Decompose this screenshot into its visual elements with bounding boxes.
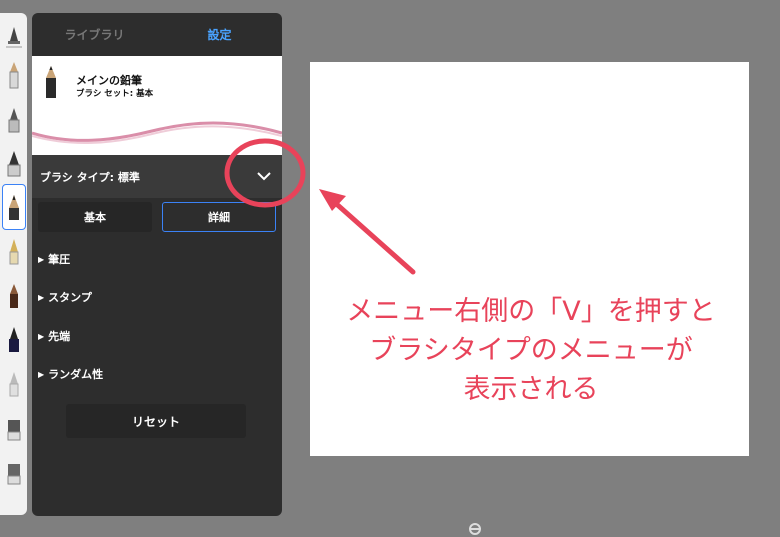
pencil-icon bbox=[9, 62, 18, 89]
pencil-icon bbox=[8, 195, 19, 220]
section-stamp[interactable]: ▶ スタンプ bbox=[38, 289, 92, 305]
brush-tool-strip bbox=[0, 13, 27, 515]
fountain-pen-icon bbox=[9, 239, 18, 265]
section-label: スタンプ bbox=[48, 291, 92, 304]
brush-tool-pencil-selected[interactable] bbox=[1, 184, 26, 230]
annotation-text: メニュー右側の「V」を押すと ブラシタイプのメニューが 表示される bbox=[318, 292, 744, 409]
brush-set: ブラシ セット: 基本 bbox=[76, 89, 154, 99]
section-tip[interactable]: ▶ 先端 bbox=[38, 328, 70, 344]
brush-icon bbox=[8, 327, 19, 352]
disclosure-triangle-icon: ▶ bbox=[38, 369, 45, 379]
brush-icon bbox=[7, 151, 20, 177]
brush-tool-ink-pen[interactable] bbox=[3, 97, 25, 141]
brush-preview: メインの鉛筆 ブラシ セット: 基本 bbox=[32, 56, 282, 155]
canvas-resize-handle-icon[interactable] bbox=[468, 522, 482, 536]
brush-settings-panel: ライブラリ 設定 メインの鉛筆 ブラシ セット: 基本 ブラシ タイプ: 標準 … bbox=[32, 13, 282, 516]
disclosure-triangle-icon: ▶ bbox=[38, 331, 45, 341]
brush-tool-pen[interactable] bbox=[3, 19, 25, 53]
tab-settings[interactable]: 設定 bbox=[157, 13, 282, 56]
annotation-line-3: 表示される bbox=[463, 374, 599, 405]
brush-tool-pencil[interactable] bbox=[3, 53, 25, 97]
brush-tool-marker[interactable] bbox=[3, 273, 25, 317]
pen-icon bbox=[9, 372, 18, 397]
eraser-icon bbox=[7, 420, 20, 441]
brush-type-menu[interactable]: ブラシ タイプ: 標準 bbox=[32, 155, 282, 198]
section-label: ランダム性 bbox=[48, 368, 104, 381]
brush-tool-eraser-2[interactable] bbox=[3, 449, 25, 493]
brush-type-label: ブラシ タイプ: 標準 bbox=[40, 171, 140, 184]
eraser-icon bbox=[7, 464, 20, 485]
brush-tool-brush[interactable] bbox=[3, 141, 25, 185]
disclosure-triangle-icon: ▶ bbox=[38, 292, 45, 302]
brush-tool-eraser[interactable] bbox=[3, 405, 25, 449]
ink-pen-icon bbox=[8, 108, 19, 133]
pencil-icon bbox=[46, 66, 56, 98]
reset-button[interactable]: リセット bbox=[66, 404, 246, 438]
brush-tool-brush-dark[interactable] bbox=[3, 317, 25, 361]
tab-library[interactable]: ライブラリ bbox=[32, 13, 157, 56]
pen-icon bbox=[5, 27, 22, 48]
brush-tool-pen-light[interactable] bbox=[3, 361, 25, 405]
brush-name: メインの鉛筆 bbox=[76, 74, 142, 87]
brush-tool-fountain-pen[interactable] bbox=[3, 229, 25, 273]
panel-tabs: ライブラリ 設定 bbox=[32, 13, 282, 56]
section-randomness[interactable]: ▶ ランダム性 bbox=[38, 366, 103, 382]
annotation-line-2: ブラシタイプのメニューが bbox=[369, 335, 693, 366]
detail-button[interactable]: 詳細 bbox=[162, 202, 276, 232]
section-label: 先端 bbox=[48, 330, 71, 343]
brush-stroke-preview bbox=[32, 121, 282, 144]
chevron-down-icon[interactable] bbox=[256, 169, 272, 183]
section-pressure[interactable]: ▶ 筆圧 bbox=[38, 251, 70, 267]
marker-icon bbox=[9, 284, 18, 308]
annotation-line-1: メニュー右側の「V」を押すと bbox=[346, 296, 716, 327]
section-label: 筆圧 bbox=[48, 253, 71, 266]
basic-button[interactable]: 基本 bbox=[38, 202, 152, 232]
disclosure-triangle-icon: ▶ bbox=[38, 254, 45, 264]
mode-toggle: 基本 詳細 bbox=[38, 202, 276, 232]
